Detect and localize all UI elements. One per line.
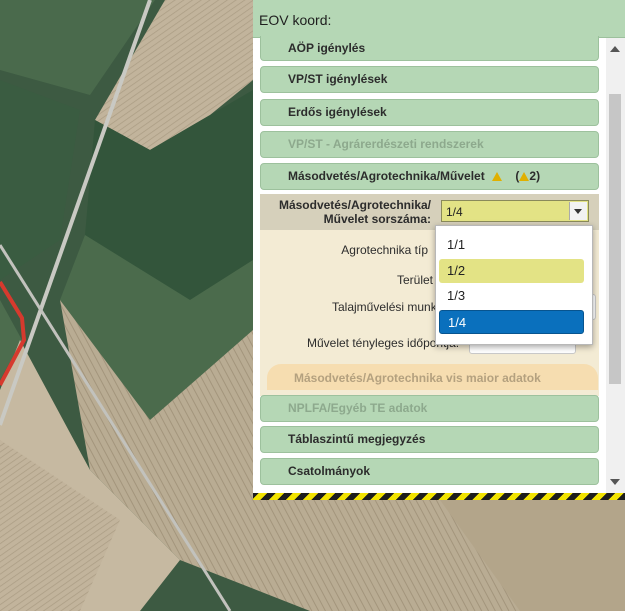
talajmuvelesi-label: Talajművelési munk [332, 300, 437, 314]
eov-coordinates-bar: EOV koord: [253, 0, 625, 38]
scroll-down-arrow-icon[interactable] [610, 479, 620, 485]
section-masodvetes-label: Másodvetés/Agrotechnika/Művelet [288, 169, 485, 183]
sorszam-select-value: 1/4 [446, 205, 463, 219]
eov-label: EOV koord: [259, 12, 332, 28]
hazard-stripe [253, 493, 625, 500]
agrotechnika-tipus-label: Agrotechnika típ [341, 243, 428, 257]
scroll-thumb[interactable] [609, 94, 621, 384]
sorszam-label-line2: Művelet sorszáma: [323, 212, 431, 226]
dropdown-option[interactable]: 1/3 [439, 284, 584, 308]
section-tablaszintu-label: Táblaszintű megjegyzés [288, 432, 426, 446]
panel-scrollbar[interactable] [606, 38, 625, 493]
section-tablaszintu-button[interactable]: Táblaszintű megjegyzés [260, 426, 599, 453]
sorszam-label-line1: Másodvetés/Agrotechnika/ [278, 198, 431, 212]
section-masodvetes-button[interactable]: Másodvetés/Agrotechnika/Művelet (2) [260, 163, 599, 190]
section-vpst-button[interactable]: VP/ST igénylések [260, 66, 599, 93]
parcel-panel: EOV koord: AÖP igénylés VP/ST igénylések… [253, 0, 625, 500]
section-erdos-button[interactable]: Erdős igénylések [260, 99, 599, 126]
scroll-up-arrow-icon[interactable] [610, 46, 620, 52]
section-vpst-agrar-label: VP/ST - Agrárerdészeti rendszerek [288, 137, 484, 151]
sorszam-label: Másodvetés/Agrotechnika/ Művelet sorszám… [279, 198, 431, 226]
dropdown-option[interactable]: 1/1 [439, 233, 584, 257]
section-vpst-agrar-button: VP/ST - Agrárerdészeti rendszerek [260, 131, 599, 158]
dropdown-option-selected[interactable]: 1/4 [439, 310, 584, 334]
section-csatolmanyok-button[interactable]: Csatolmányok [260, 458, 599, 485]
section-vpst-label: VP/ST igénylések [288, 72, 388, 86]
warning-icon [519, 172, 530, 181]
section-nplfa-button: NPLFA/Egyéb TE adatok [260, 395, 599, 422]
warning-count: 2 [529, 169, 537, 183]
section-aop-label: AÖP igénylés [288, 41, 366, 55]
chevron-down-icon[interactable] [569, 202, 587, 220]
section-erdos-label: Erdős igénylések [288, 105, 387, 119]
sorszam-dropdown-list: 1/1 1/2 1/3 1/4 [435, 225, 593, 345]
terulet-label: Terület [397, 273, 434, 287]
section-aop-button[interactable]: AÖP igénylés [260, 36, 599, 61]
dropdown-option-hovered[interactable]: 1/2 [439, 259, 584, 283]
warning-count-badge: (2) [515, 169, 541, 183]
warning-icon [492, 172, 503, 181]
sorszam-select[interactable]: 1/4 [441, 200, 589, 222]
section-csatolmanyok-label: Csatolmányok [288, 464, 371, 478]
section-nplfa-label: NPLFA/Egyéb TE adatok [288, 401, 428, 415]
vis-maior-header[interactable]: Másodvetés/Agrotechnika vis maior adatok [267, 364, 598, 390]
